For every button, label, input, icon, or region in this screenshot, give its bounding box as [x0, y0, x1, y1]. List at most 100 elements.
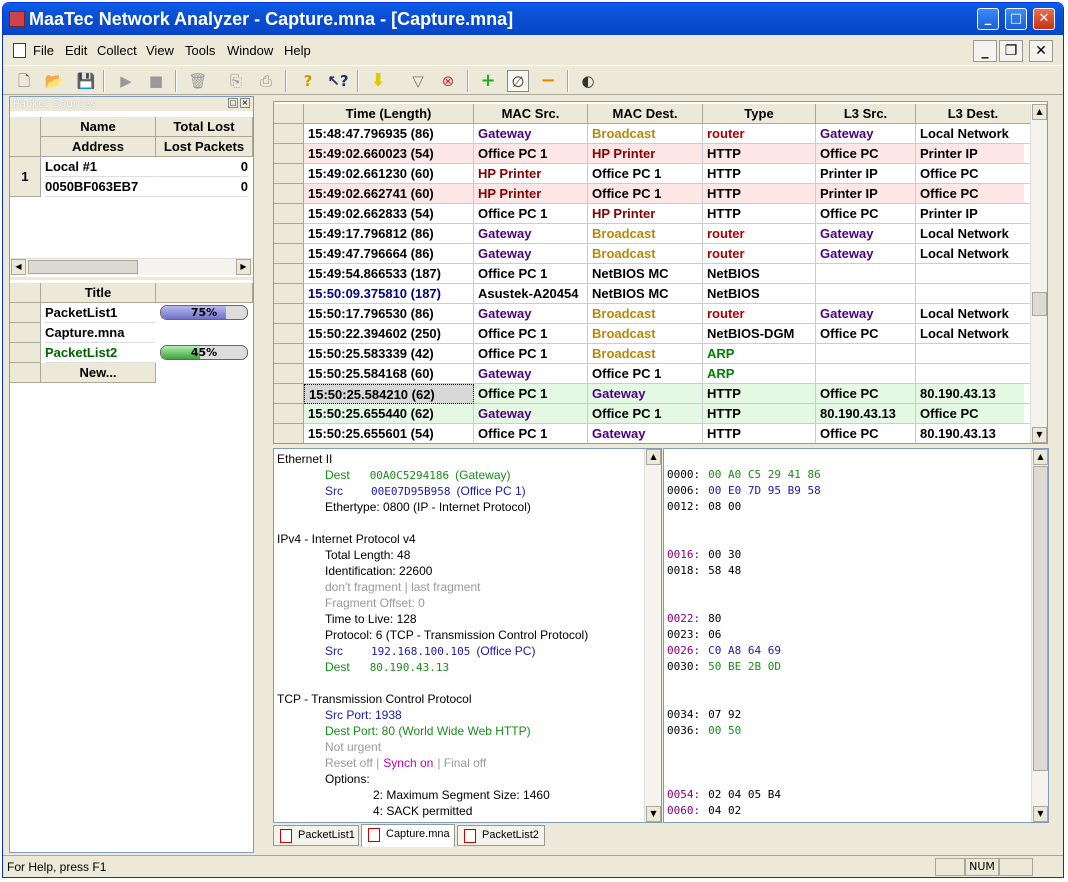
hex-line[interactable]: 0022: 80: [667, 612, 721, 625]
arrow-down-icon[interactable]: ⬇: [367, 70, 389, 92]
hex-line[interactable]: 0030: 50 BE 2B 0D: [667, 660, 781, 673]
mdi-restore-button[interactable]: ❐: [999, 40, 1023, 62]
row-header[interactable]: [274, 184, 304, 204]
menu-file[interactable]: File: [33, 43, 54, 58]
menu-view[interactable]: View: [146, 43, 174, 58]
scroll-down-icon[interactable]: ▼: [646, 806, 661, 822]
tab-capture[interactable]: Capture.mna: [361, 824, 455, 847]
tab-packetlist2[interactable]: PacketList2: [457, 825, 545, 846]
list-item-title[interactable]: Capture.mna: [45, 323, 155, 343]
col-mac-src[interactable]: MAC Src.: [474, 104, 588, 124]
detail-line[interactable]: Total Length: 48: [325, 548, 410, 562]
help-icon[interactable]: ?: [297, 70, 319, 92]
table-row[interactable]: 15:49:02.662833 (54) Office PC 1 HP Printe…: [274, 204, 1031, 224]
col-type[interactable]: Type: [703, 104, 816, 124]
row-header[interactable]: [274, 384, 304, 404]
detail-line[interactable]: Dest 80.190.43.13: [325, 660, 449, 674]
menu-edit[interactable]: Edit: [65, 43, 87, 58]
row-header[interactable]: [274, 244, 304, 264]
filter-icon[interactable]: ▽: [407, 70, 429, 92]
hex-line[interactable]: 0060: 04 02: [667, 804, 741, 817]
remove-icon[interactable]: −: [537, 70, 559, 92]
add-icon[interactable]: +: [477, 70, 499, 92]
splitter[interactable]: [10, 277, 253, 280]
hex-line[interactable]: 0026: C0 A8 64 69: [667, 644, 781, 657]
horizontal-scrollbar[interactable]: ◀ ▶: [10, 258, 253, 275]
stop-icon[interactable]: ■: [145, 70, 167, 92]
hex-line[interactable]: 0054: 02 04 05 B4: [667, 788, 781, 801]
detail-line[interactable]: Options:: [325, 772, 370, 786]
panel-close-icon[interactable]: ×: [240, 98, 250, 108]
col-address[interactable]: Address: [41, 137, 156, 157]
packet-vertical-scrollbar[interactable]: ▲ ▼: [1030, 104, 1047, 443]
row-header[interactable]: [274, 364, 304, 384]
row-header[interactable]: [274, 164, 304, 184]
detail-line[interactable]: Time to Live: 128: [325, 612, 417, 626]
row-header[interactable]: [274, 344, 304, 364]
table-row[interactable]: 15:50:09.375810 (187) Asustek-A20454 NetBI…: [274, 284, 1031, 304]
detail-line[interactable]: Reset off | Synch on | Final off: [325, 756, 486, 770]
table-row[interactable]: 15:49:02.661230 (60) HP Printer Office PC …: [274, 164, 1031, 184]
col-time[interactable]: Time (Length): [304, 104, 474, 124]
row-header[interactable]: [274, 204, 304, 224]
hex-line[interactable]: 0012: 08 00: [667, 500, 741, 513]
close-button[interactable]: ✕: [1033, 8, 1055, 30]
hex-line[interactable]: 0000: 00 A0 C5 29 41 86: [667, 468, 821, 481]
table-row[interactable]: 15:50:25.583339 (42) Office PC 1 Broadcast…: [274, 344, 1031, 364]
hex-line[interactable]: 0016: 00 30: [667, 548, 741, 561]
detail-line[interactable]: Ethernet II: [277, 452, 332, 466]
table-row[interactable]: 15:49:02.662741 (60) HP Printer Office PC …: [274, 184, 1031, 204]
title-bar[interactable]: MaaTec Network Analyzer - Capture.mna - …: [3, 3, 1063, 35]
scroll-up-icon[interactable]: ▲: [1033, 449, 1048, 465]
scroll-thumb[interactable]: [1033, 466, 1048, 771]
row-header[interactable]: [10, 323, 41, 343]
list-item-title[interactable]: PacketList1: [45, 303, 155, 323]
detail-line[interactable]: Not urgent: [325, 740, 381, 754]
row-header[interactable]: [274, 284, 304, 304]
col-lost-packets[interactable]: Lost Packets: [156, 137, 253, 157]
maximize-button[interactable]: □: [1005, 8, 1027, 30]
detail-line[interactable]: don't fragment | last fragment: [325, 580, 480, 594]
row-header[interactable]: [10, 303, 41, 323]
table-row[interactable]: 15:50:17.796530 (86) Gateway Broadcast rout…: [274, 304, 1031, 324]
hex-line[interactable]: 0023: 06: [667, 628, 721, 641]
scroll-right-icon[interactable]: ▶: [236, 259, 251, 275]
source-address[interactable]: 0050BF063EB7: [45, 177, 155, 197]
minimize-button[interactable]: _: [977, 8, 999, 30]
col-l3-src[interactable]: L3 Src.: [816, 104, 916, 124]
copy-icon[interactable]: ⎘: [225, 70, 247, 92]
row-header[interactable]: [274, 324, 304, 344]
row-header[interactable]: [274, 424, 304, 443]
table-row[interactable]: 15:49:54.866533 (187) Office PC 1 NetBIOS …: [274, 264, 1031, 284]
detail-line[interactable]: 2: Maximum Segment Size: 1460: [373, 788, 550, 802]
table-row[interactable]: 15:50:22.394602 (250) Office PC 1 Broadcas…: [274, 324, 1031, 344]
row-header[interactable]: [274, 224, 304, 244]
mdi-close-button[interactable]: ✕: [1029, 40, 1053, 62]
table-row[interactable]: 15:48:47.796935 (86) Gateway Broadcast rout…: [274, 124, 1031, 144]
table-row[interactable]: 15:49:47.796664 (86) Gateway Broadcast rout…: [274, 244, 1031, 264]
menu-help[interactable]: Help: [284, 43, 311, 58]
scroll-left-icon[interactable]: ◀: [11, 259, 26, 275]
col-total-lost[interactable]: Total Lost: [156, 117, 253, 137]
scroll-down-icon[interactable]: ▼: [1032, 427, 1047, 443]
table-row[interactable]: 15:49:02.660023 (54) Office PC 1 HP Printe…: [274, 144, 1031, 164]
vertical-scrollbar[interactable]: ▲ ▼: [1031, 449, 1048, 822]
detail-line[interactable]: Dest 00A0C5294186 (Gateway): [325, 468, 511, 482]
menu-window[interactable]: Window: [227, 43, 273, 58]
menu-tools[interactable]: Tools: [185, 43, 215, 58]
scroll-down-icon[interactable]: ▼: [1033, 806, 1048, 822]
row-header[interactable]: [274, 304, 304, 324]
detail-line[interactable]: Identification: 22600: [325, 564, 432, 578]
detail-line[interactable]: Protocol: 6 (TCP - Transmission Control …: [325, 628, 588, 642]
table-row[interactable]: 15:50:25.584210 (62) Office PC 1 Gateway HT…: [274, 384, 1031, 404]
open-icon[interactable]: 📂: [43, 70, 65, 92]
row-header[interactable]: [274, 264, 304, 284]
print-icon[interactable]: ⎙: [255, 70, 277, 92]
mdi-minimize-button[interactable]: _: [973, 40, 997, 62]
hex-line[interactable]: 0036: 00 50: [667, 724, 741, 737]
scroll-thumb[interactable]: [28, 260, 138, 274]
row-header[interactable]: [10, 363, 41, 383]
detail-line[interactable]: Dest Port: 80 (World Wide Web HTTP): [325, 724, 531, 738]
detail-line[interactable]: Ethertype: 0800 (IP - Internet Protocol): [325, 500, 531, 514]
panel-restore-icon[interactable]: □: [228, 98, 238, 108]
